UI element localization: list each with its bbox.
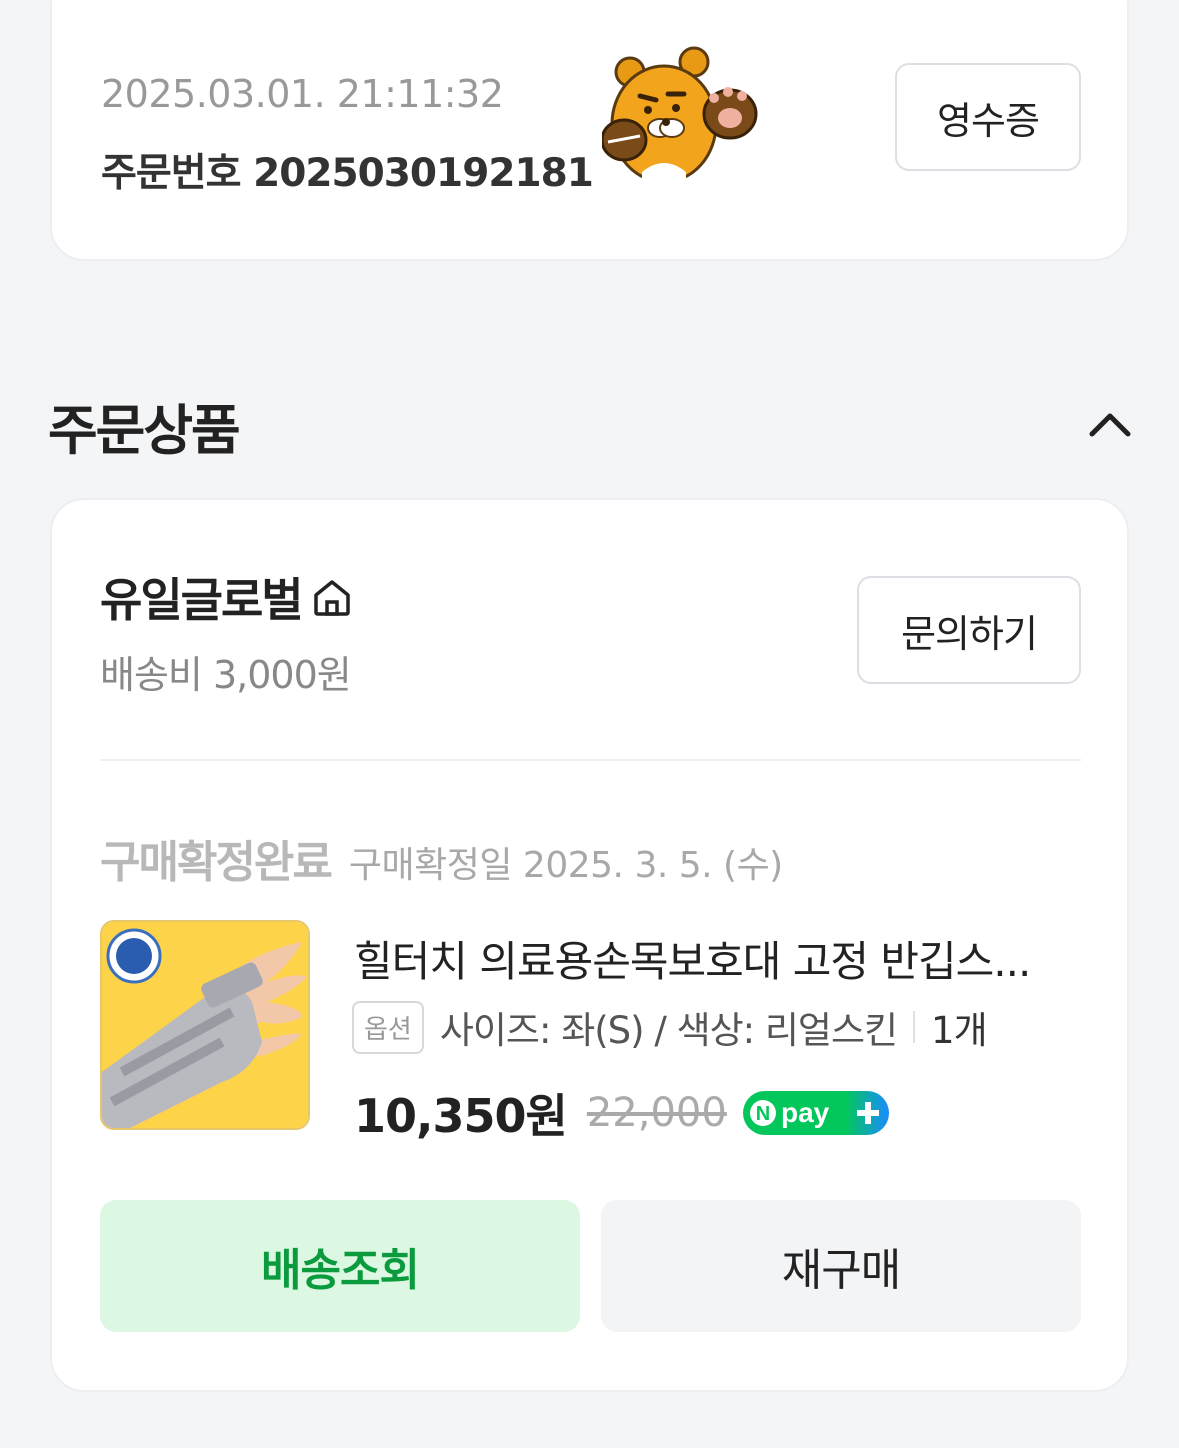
home-icon (313, 580, 350, 616)
order-number: 주문번호 2025030192181 (101, 151, 594, 196)
original-price: 22,000 (586, 1090, 727, 1136)
order-info-card: 2025.03.01. 21:11:32 주문번호 2025030192181 … (50, 0, 1129, 261)
price-row: 10,350원 22,000 N pay (354, 1080, 889, 1146)
track-delivery-button[interactable]: 배송조회 (100, 1200, 580, 1332)
receipt-button[interactable]: 영수증 (895, 63, 1081, 171)
quantity: 1개 (931, 1009, 988, 1052)
chevron-up-icon[interactable] (1086, 402, 1134, 442)
option-text: 사이즈: 좌(S) / 색상: 리얼스킨 (439, 1009, 898, 1052)
wrist-brace-image (102, 922, 308, 1128)
shipping-fee: 배송비 3,000원 (100, 653, 352, 697)
section-title: 주문상품 (48, 399, 241, 462)
option-row: 옵션 사이즈: 좌(S) / 색상: 리얼스킨 1개 (352, 1000, 988, 1054)
sale-price: 10,350원 (354, 1089, 568, 1143)
confirm-date: 구매확정일 2025. 3. 5. (수) (348, 845, 783, 886)
store-name: 유일글로벌 (100, 573, 304, 627)
inquiry-button[interactable]: 문의하기 (857, 576, 1081, 684)
purchase-status-row: 구매확정완료 구매확정일 2025. 3. 5. (수) (100, 826, 783, 890)
purchase-status: 구매확정완료 (100, 837, 333, 888)
svg-text:N: N (756, 1103, 770, 1125)
separator (913, 1011, 916, 1043)
npay-plus-badge: N pay (742, 1091, 889, 1135)
divider (100, 759, 1081, 761)
product-thumbnail[interactable] (100, 920, 310, 1130)
rebuy-button[interactable]: 재구매 (601, 1200, 1081, 1332)
ryan-mascot-sticker (602, 46, 758, 184)
order-item-card: 유일글로벌 배송비 3,000원 문의하기 구매확정완료 구매확정일 2025.… (50, 498, 1129, 1392)
product-name[interactable]: 힐터치 의료용손목보호대 고정 반깁스... (354, 928, 1074, 989)
option-badge: 옵션 (352, 1000, 424, 1054)
npay-label: pay (781, 1097, 830, 1128)
store-link[interactable]: 유일글로벌 (100, 564, 354, 630)
order-datetime: 2025.03.01. 21:11:32 (101, 72, 504, 116)
